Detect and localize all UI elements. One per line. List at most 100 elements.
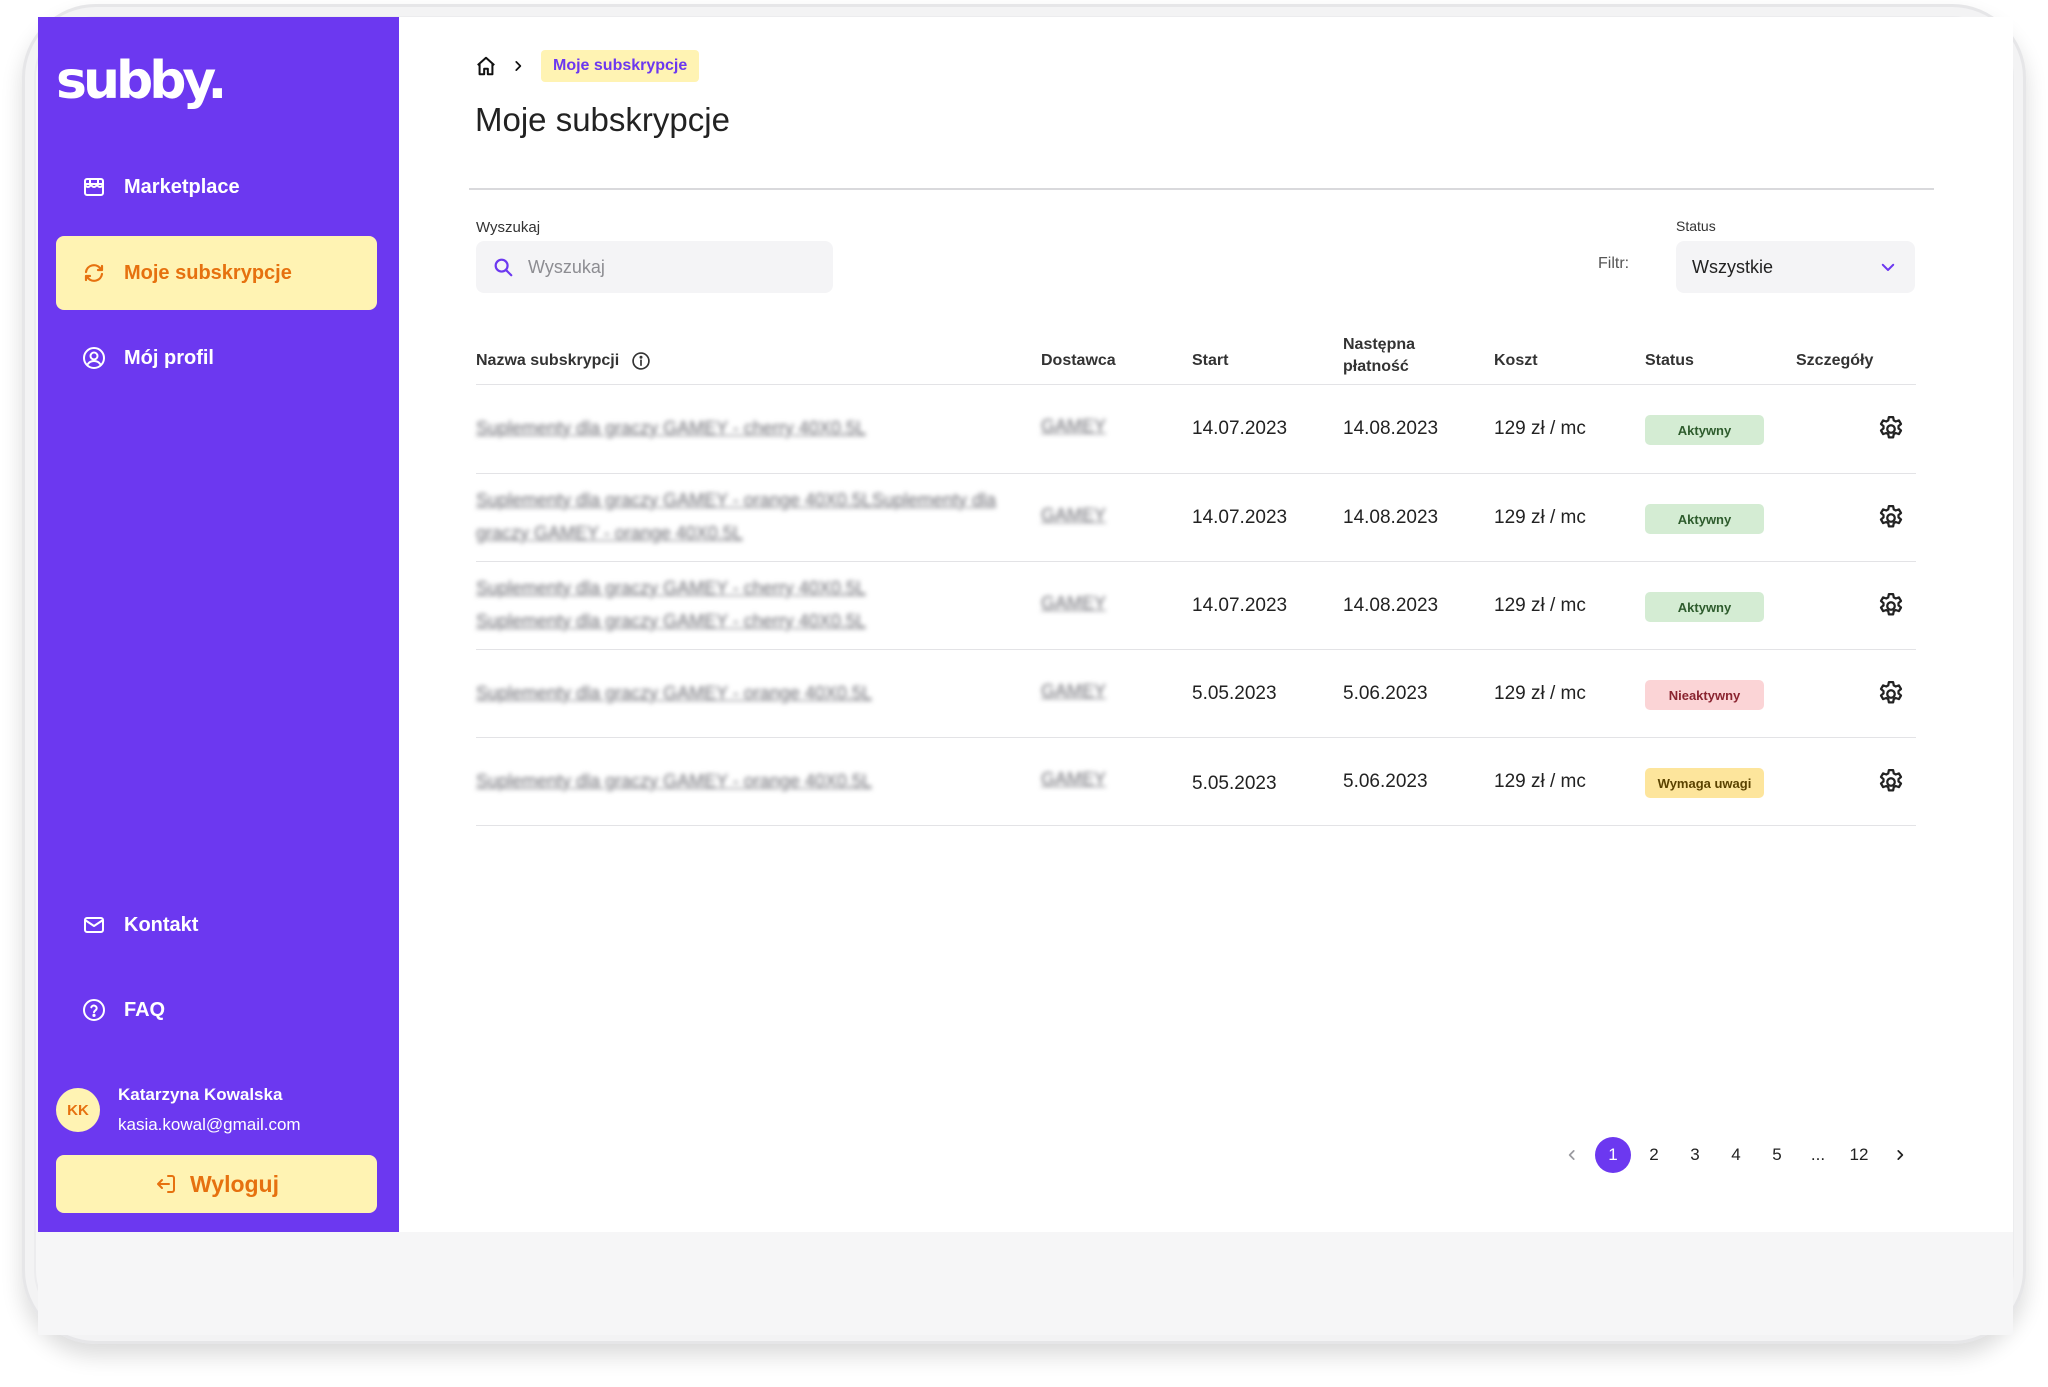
column-header-start[interactable]: Start <box>1192 350 1228 372</box>
breadcrumb-current: Moje subskrypcje <box>541 50 700 82</box>
screen-bottom-area <box>38 1232 2013 1335</box>
mail-icon <box>80 911 108 939</box>
sidebar-item-label: Kontakt <box>124 913 199 936</box>
start-date-cell: 5.05.2023 <box>1192 683 1277 704</box>
settings-gear-icon[interactable] <box>1874 412 1908 446</box>
status-badge: Aktywny <box>1645 415 1764 445</box>
cost-cell: 129 zł / mc <box>1494 418 1586 439</box>
start-date-cell: 5.05.2023 <box>1192 773 1277 794</box>
help-circle-icon <box>80 996 108 1024</box>
column-header-name-label: Nazwa subskrypcji <box>476 352 620 369</box>
page-button-12[interactable]: 12 <box>1841 1137 1877 1173</box>
provider-cell: GAMEY <box>1041 769 1107 789</box>
subscription-name-link[interactable]: Suplementy dla graczy GAMEY - orange 40X… <box>476 765 1016 798</box>
page-title: Moje subskrypcje <box>475 101 730 138</box>
status-badge: Aktywny <box>1645 592 1764 622</box>
page-button-4[interactable]: 4 <box>1718 1137 1754 1173</box>
settings-gear-icon[interactable] <box>1874 677 1908 711</box>
column-header-details: Szczegóły <box>1796 352 1874 369</box>
search-icon <box>492 256 514 278</box>
subscription-name-link[interactable]: Suplementy dla graczy GAMEY - cherry 40X… <box>476 412 1016 445</box>
logout-button[interactable]: Wyloguj <box>56 1155 377 1213</box>
table-row: Suplementy dla graczy GAMEY - orange 40X… <box>476 650 1916 738</box>
subscription-name-link[interactable]: Suplementy dla graczy GAMEY - orange 40X… <box>476 484 1016 550</box>
cost-cell: 129 zł / mc <box>1494 683 1586 704</box>
status-select[interactable]: Wszystkie <box>1676 241 1915 293</box>
column-header-next-payment-line2: płatność <box>1343 358 1409 375</box>
breadcrumb: Moje subskrypcje <box>475 49 700 83</box>
next-payment-cell: 5.06.2023 <box>1343 683 1428 704</box>
column-header-next-payment[interactable]: Następna płatność <box>1343 334 1415 378</box>
provider-cell: GAMEY <box>1041 681 1107 701</box>
sidebar-item-moje-subskrypcje[interactable]: Moje subskrypcje <box>56 236 377 310</box>
user-email: kasia.kowal@gmail.com <box>118 1115 301 1134</box>
sidebar-item-label: FAQ <box>124 998 166 1021</box>
start-date-cell: 14.07.2023 <box>1192 418 1288 439</box>
table-row: Suplementy dla graczy GAMEY - cherry 40X… <box>476 562 1916 650</box>
sidebar-item-kontakt[interactable]: Kontakt <box>56 888 377 962</box>
home-icon[interactable] <box>475 55 497 77</box>
cost-cell: 129 zł / mc <box>1494 771 1586 792</box>
column-header-name[interactable]: Nazwa subskrypcji <box>476 350 651 372</box>
cost-cell: 129 zł / mc <box>1494 507 1586 528</box>
pagination: 1 2 3 4 5 ... 12 <box>1554 1137 1923 1173</box>
page-button-5[interactable]: 5 <box>1759 1137 1795 1173</box>
next-payment-cell: 14.08.2023 <box>1343 595 1439 616</box>
logout-icon <box>154 1172 178 1196</box>
status-badge: Nieaktywny <box>1645 680 1764 710</box>
sidebar: subby. Marketplace Moje subskrypcje Mój … <box>38 17 399 1232</box>
sidebar-item-marketplace[interactable]: Marketplace <box>56 150 377 224</box>
search-input[interactable] <box>526 255 810 279</box>
sidebar-item-faq[interactable]: FAQ <box>56 973 377 1047</box>
pagination-ellipsis: ... <box>1810 1145 1826 1164</box>
cost-cell: 129 zł / mc <box>1494 595 1586 616</box>
provider-cell: GAMEY <box>1041 505 1107 525</box>
user-info: KK Katarzyna Kowalska kasia.kowal@gmail.… <box>56 1080 301 1140</box>
header-divider <box>469 188 1934 190</box>
page-button-1[interactable]: 1 <box>1595 1137 1631 1173</box>
logout-label: Wyloguj <box>189 1170 279 1197</box>
chevron-right-icon <box>511 59 525 73</box>
user-name: Katarzyna Kowalska <box>118 1085 283 1104</box>
next-payment-cell: 14.08.2023 <box>1343 507 1439 528</box>
store-icon <box>80 173 108 201</box>
app-screen: subby. Marketplace Moje subskrypcje Mój … <box>38 17 2013 1232</box>
status-badge: Aktywny <box>1645 504 1764 534</box>
sidebar-item-label: Marketplace <box>124 175 240 198</box>
settings-gear-icon[interactable] <box>1874 589 1908 623</box>
subscription-name-link[interactable]: Suplementy dla graczy GAMEY - orange 40X… <box>476 677 1016 710</box>
page-button-3[interactable]: 3 <box>1677 1137 1713 1173</box>
status-select-value: Wszystkie <box>1692 256 1773 277</box>
info-icon[interactable] <box>631 351 651 371</box>
subby-logo[interactable]: subby. <box>56 51 227 111</box>
subscription-name-link[interactable]: Suplementy dla graczy GAMEY - cherry 40X… <box>476 572 936 638</box>
provider-cell: GAMEY <box>1041 593 1107 613</box>
chevron-down-icon <box>1879 258 1897 276</box>
search-field[interactable] <box>476 241 833 293</box>
page-button-2[interactable]: 2 <box>1636 1137 1672 1173</box>
user-circle-icon <box>80 344 108 372</box>
sidebar-item-moj-profil[interactable]: Mój profil <box>56 321 377 395</box>
table-row: Suplementy dla graczy GAMEY - orange 40X… <box>476 474 1916 562</box>
start-date-cell: 14.07.2023 <box>1192 595 1288 616</box>
column-header-next-payment-line1: Następna <box>1343 336 1416 353</box>
table-row: Suplementy dla graczy GAMEY - cherry 40X… <box>476 385 1916 473</box>
refresh-icon <box>80 259 108 287</box>
column-header-cost[interactable]: Koszt <box>1494 350 1538 372</box>
status-badge: Wymaga uwagi <box>1645 768 1764 798</box>
chevron-left-icon[interactable] <box>1554 1137 1590 1173</box>
settings-gear-icon[interactable] <box>1874 501 1908 535</box>
search-label: Wyszukaj <box>476 219 541 236</box>
start-date-cell: 14.07.2023 <box>1192 507 1288 528</box>
sidebar-item-label: Mój profil <box>124 346 214 369</box>
column-header-provider[interactable]: Dostawca <box>1041 350 1116 372</box>
row-divider <box>476 825 1916 826</box>
table-row: Suplementy dla graczy GAMEY - orange 40X… <box>476 738 1916 826</box>
status-filter-label: Status <box>1676 218 1716 234</box>
column-header-status[interactable]: Status <box>1645 350 1694 372</box>
provider-cell: GAMEY <box>1041 416 1107 436</box>
avatar: KK <box>56 1088 100 1132</box>
chevron-right-icon[interactable] <box>1882 1137 1918 1173</box>
settings-gear-icon[interactable] <box>1874 765 1908 799</box>
filter-label: Filtr: <box>1598 255 1630 272</box>
